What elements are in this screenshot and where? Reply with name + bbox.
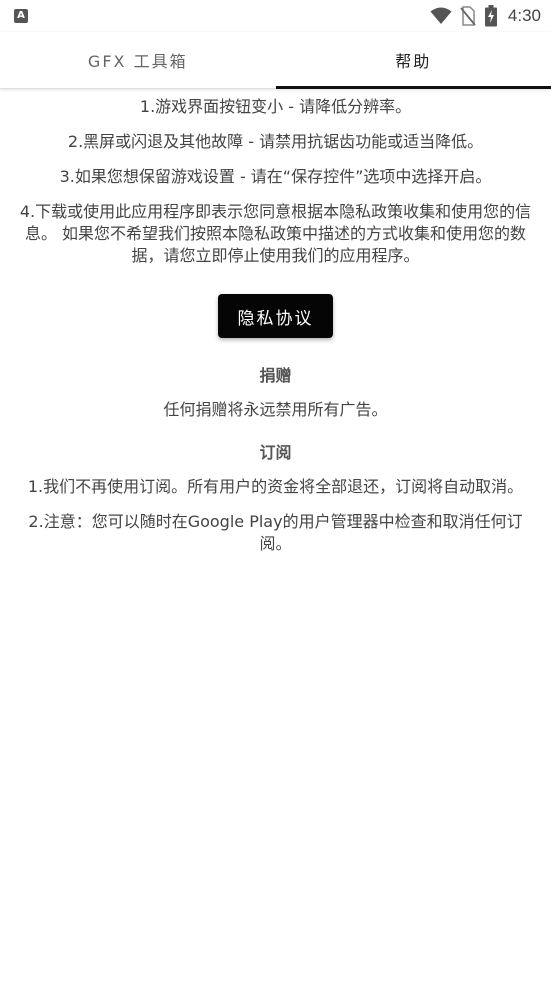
tab-gfx-toolbox[interactable]: GFX 工具箱: [0, 32, 276, 88]
privacy-button-wrap: 隐私协议: [14, 294, 537, 338]
subscription-title: 订阅: [259, 443, 292, 462]
app-notification-icon: A: [14, 9, 28, 23]
donation-title: 捐赠: [259, 366, 292, 385]
privacy-policy-button[interactable]: 隐私协议: [218, 294, 333, 338]
wifi-icon: [430, 7, 452, 24]
help-item-3: 3.如果您想保留游戏设置 - 请在“保存控件”选项中选择开启。: [59, 167, 492, 186]
subscription-item-1: 1.我们不再使用订阅。所有用户的资金将全部退还，订阅将自动取消。: [27, 477, 524, 496]
tab-help[interactable]: 帮助: [275, 32, 551, 89]
help-item-2: 2.黑屏或闪退及其他故障 - 请禁用抗锯齿功能或适当降低。: [67, 132, 484, 151]
status-bar: A 4:30: [0, 0, 551, 32]
status-right: 4:30: [430, 5, 541, 27]
status-time: 4:30: [507, 6, 541, 25]
help-item-1: 1.游戏界面按钮变小 - 请降低分辨率。: [139, 97, 412, 116]
tab-bar: GFX 工具箱 帮助: [0, 32, 551, 89]
help-content: 1.游戏界面按钮变小 - 请降低分辨率。 2.黑屏或闪退及其他故障 - 请禁用抗…: [0, 96, 551, 568]
no-sim-icon: [460, 6, 476, 26]
subscription-item-2: 2.注意：您可以随时在Google Play的用户管理器中检查和取消任何订阅。: [28, 512, 523, 553]
battery-charging-icon: [484, 5, 497, 27]
help-item-4: 4.下载或使用此应用程序即表示您同意根据本隐私政策收集和使用您的信息。 如果您不…: [19, 202, 532, 265]
donation-text: 任何捐赠将永远禁用所有广告。: [163, 400, 388, 419]
status-left: A: [14, 9, 28, 23]
